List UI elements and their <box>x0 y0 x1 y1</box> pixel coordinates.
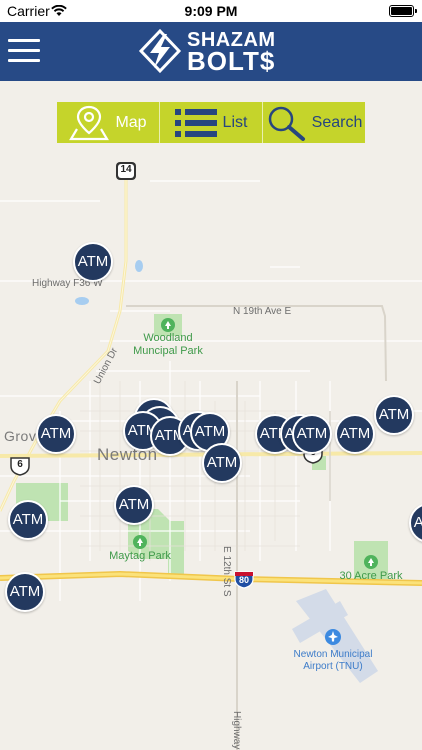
tab-map[interactable]: Map <box>57 102 160 143</box>
tab-map-label: Map <box>115 113 147 131</box>
clock-label: 9:09 PM <box>184 3 238 19</box>
map-pin-icon <box>69 105 110 140</box>
road-label-e12th: E 12th St S <box>221 546 232 597</box>
town-label-grove: Grov <box>4 428 37 444</box>
atm-marker[interactable]: ATM <box>114 485 154 525</box>
atm-marker[interactable]: ATM <box>335 414 375 454</box>
interstate-shield: 80 <box>233 569 255 589</box>
hamburger-menu-button[interactable] <box>8 36 40 66</box>
us-route-shield: 14 <box>115 161 137 181</box>
park-label-woodland: Woodland Muncipal Park <box>133 332 203 357</box>
road-label-n19th: N 19th Ave E <box>233 306 292 317</box>
status-bar: Carrier 9:09 PM <box>0 0 422 22</box>
magnifier-icon <box>268 106 305 141</box>
atm-marker[interactable]: ATM <box>374 395 414 435</box>
atm-marker[interactable]: ATM <box>73 242 113 282</box>
atm-marker[interactable]: ATM <box>36 414 76 454</box>
tab-list-label: List <box>222 113 248 131</box>
tab-list[interactable]: List <box>160 102 263 143</box>
atm-marker[interactable]: ATM <box>8 500 48 540</box>
atm-marker[interactable]: ATM <box>292 414 332 454</box>
road-label-highway: Highway <box>231 711 242 750</box>
tab-search-label: Search <box>311 113 363 131</box>
battery-icon <box>389 5 417 17</box>
map-view[interactable]: 14 6 6 80 Highway F36 W N 19th Ave E Uni… <box>0 81 422 750</box>
view-switcher: Map List Search <box>57 102 365 143</box>
park-label-maytag: Maytag Park <box>109 550 171 562</box>
park-label-30-acre: 30 Acre Park <box>339 570 403 582</box>
lightning-bolt-icon <box>138 28 182 74</box>
airport-label: Newton Municipal Airport (TNU) <box>293 649 373 672</box>
atm-marker[interactable]: ATM <box>202 443 242 483</box>
us-route-shield: 6 <box>9 456 31 476</box>
shazam-bolts-logo: SHAZAM BOLT$ <box>137 28 289 76</box>
app-header: SHAZAM BOLT$ <box>0 22 422 81</box>
list-icon <box>174 108 217 137</box>
app-root: Carrier 9:09 PM SHAZAM BOLT$ 14 6 80 Hig… <box>0 0 422 750</box>
logo-text-bolts: BOLT$ <box>187 46 276 76</box>
tab-search[interactable]: Search <box>263 102 365 143</box>
atm-marker[interactable]: ATM <box>5 572 45 612</box>
